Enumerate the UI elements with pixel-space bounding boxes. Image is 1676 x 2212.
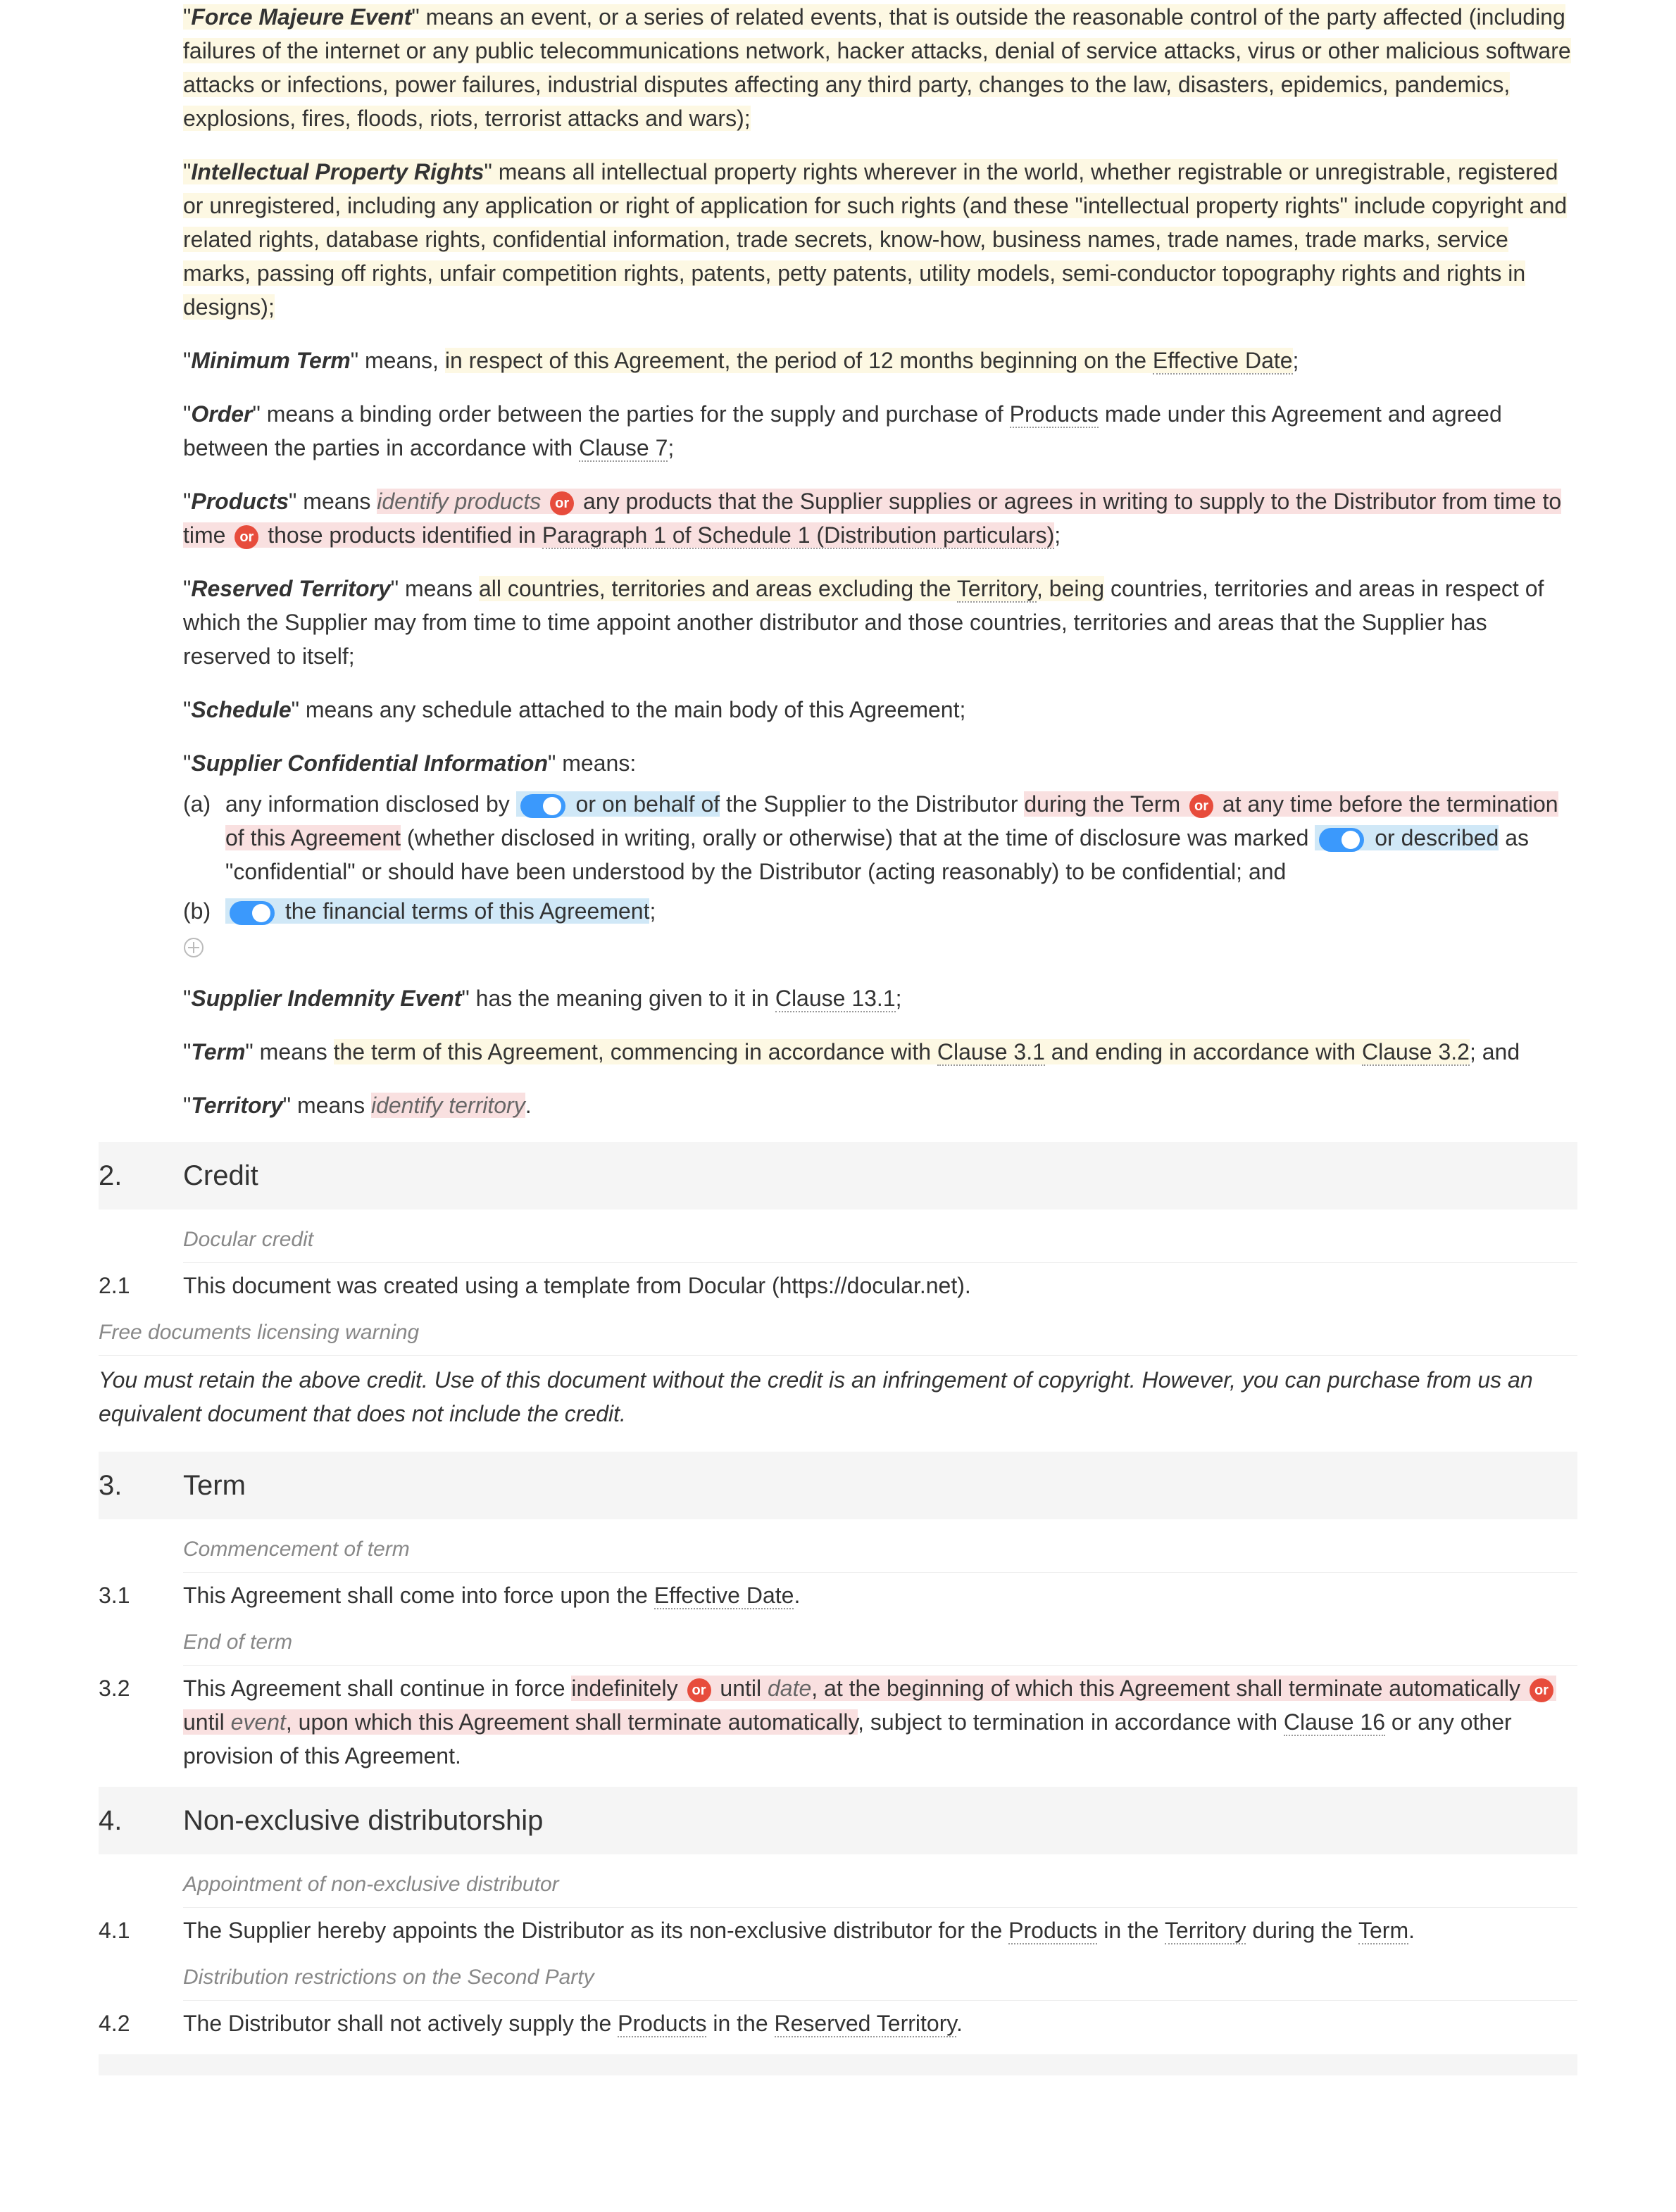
section-number: 4. [99, 1799, 183, 1842]
definition-products: "Products" means identify products or an… [99, 484, 1577, 552]
clause-7-link[interactable]: Clause 7 [579, 435, 668, 462]
def-body: " means any schedule attached to the mai… [292, 697, 966, 722]
identify-products-field[interactable]: identify products [377, 489, 541, 514]
or-badge[interactable]: or [234, 525, 258, 549]
identify-territory-field[interactable]: identify territory [371, 1093, 525, 1118]
def-term: Order [191, 401, 252, 427]
def-term: Reserved Territory [191, 576, 390, 601]
divider [183, 1262, 1577, 1263]
clause-13-1-link[interactable]: Clause 13.1 [775, 986, 896, 1012]
definition-territory: "Territory" means identify territory. [99, 1088, 1577, 1122]
list-marker: (b) [183, 894, 225, 928]
divider [183, 1907, 1577, 1908]
clause-number: 4.2 [99, 2006, 183, 2040]
clause-number: 2.1 [99, 1269, 183, 1302]
definition-ip-rights: "Intellectual Property Rights" means all… [99, 155, 1577, 324]
def-term: Minimum Term [191, 348, 350, 373]
or-badge[interactable]: or [687, 1678, 711, 1702]
clause-3-2-link[interactable]: Clause 3.2 [1362, 1039, 1470, 1066]
or-badge[interactable]: or [550, 491, 574, 515]
sci-item-a: (a) any information disclosed by or on b… [183, 787, 1577, 888]
toggle-switch[interactable] [230, 901, 275, 925]
definition-supplier-ci: "Supplier Confidential Information" mean… [99, 746, 1577, 780]
products-link[interactable]: Products [618, 2011, 706, 2037]
effective-date-link[interactable]: Effective Date [654, 1583, 794, 1609]
clause-3-1-link[interactable]: Clause 3.1 [937, 1039, 1045, 1066]
def-term: Intellectual Property Rights [191, 159, 484, 184]
section-header-placeholder [99, 2054, 1577, 2075]
divider [99, 1355, 1577, 1356]
or-badge[interactable]: or [1530, 1678, 1553, 1702]
territory-link[interactable]: Territory [1165, 1918, 1246, 1944]
def-term: Schedule [191, 697, 291, 722]
term-link[interactable]: Term [1358, 1918, 1408, 1944]
section-note: Docular credit [99, 1224, 1577, 1255]
event-field[interactable]: event [231, 1709, 286, 1735]
section-title: Credit [183, 1155, 258, 1197]
definition-order: "Order" means a binding order between th… [99, 397, 1577, 465]
section-4-header: 4. Non-exclusive distributorship [99, 1787, 1577, 1854]
definition-minimum-term: "Minimum Term" means, in respect of this… [99, 344, 1577, 377]
def-term: Supplier Confidential Information [191, 750, 548, 776]
warning-title: Free documents licensing warning [99, 1316, 1577, 1348]
def-term: Products [191, 489, 289, 514]
def-term: Territory [191, 1093, 282, 1118]
section-3-header: 3. Term [99, 1452, 1577, 1519]
definition-reserved-territory: "Reserved Territory" means all countries… [99, 572, 1577, 673]
toggle-switch[interactable] [1319, 828, 1364, 852]
warning-body: You must retain the above credit. Use of… [99, 1363, 1577, 1431]
products-link[interactable]: Products [1010, 401, 1099, 428]
reserved-territory-link[interactable]: Reserved Territory [775, 2011, 956, 2037]
definition-term: "Term" means the term of this Agreement,… [99, 1035, 1577, 1069]
date-field[interactable]: date [768, 1676, 811, 1701]
section-title: Term [183, 1464, 246, 1507]
effective-date-link[interactable]: Effective Date [1153, 348, 1293, 375]
clause-4-2: 4.2 The Distributor shall not actively s… [99, 2006, 1577, 2040]
section-number: 2. [99, 1155, 183, 1197]
add-item-icon[interactable] [183, 937, 204, 958]
list-marker: (a) [183, 787, 225, 888]
def-term: Supplier Indemnity Event [191, 986, 461, 1011]
section-number: 3. [99, 1464, 183, 1507]
clause-number: 3.1 [99, 1578, 183, 1612]
section-note: End of term [99, 1626, 1577, 1658]
clause-number: 4.1 [99, 1913, 183, 1947]
clause-16-link[interactable]: Clause 16 [1284, 1709, 1385, 1736]
section-2-header: 2. Credit [99, 1142, 1577, 1209]
divider [183, 1665, 1577, 1666]
definition-force-majeure: "Force Majeure Event" means an event, or… [99, 0, 1577, 135]
def-term: Term [191, 1039, 245, 1064]
section-note: Distribution restrictions on the Second … [99, 1961, 1577, 1993]
sci-item-b: (b) the financial terms of this Agreemen… [183, 894, 1577, 928]
or-badge[interactable]: or [1189, 794, 1213, 818]
section-title: Non-exclusive distributorship [183, 1799, 543, 1842]
clause-2-1: 2.1 This document was created using a te… [99, 1269, 1577, 1302]
def-term: Force Majeure Event [191, 4, 411, 30]
clause-4-1: 4.1 The Supplier hereby appoints the Dis… [99, 1913, 1577, 1947]
clause-3-2: 3.2 This Agreement shall continue in for… [99, 1671, 1577, 1773]
section-note: Appointment of non-exclusive distributor [99, 1868, 1577, 1900]
definition-schedule: "Schedule" means any schedule attached t… [99, 693, 1577, 727]
products-link[interactable]: Products [1008, 1918, 1097, 1944]
divider [183, 2000, 1577, 2001]
toggle-switch[interactable] [520, 794, 565, 818]
divider [183, 1572, 1577, 1573]
section-note: Commencement of term [99, 1533, 1577, 1565]
definition-supplier-indemnity: "Supplier Indemnity Event" has the meani… [99, 981, 1577, 1015]
clause-number: 3.2 [99, 1671, 183, 1773]
territory-link[interactable]: Territory [957, 576, 1037, 603]
clause-3-1: 3.1 This Agreement shall come into force… [99, 1578, 1577, 1612]
clause-content: This document was created using a templa… [183, 1269, 1577, 1302]
schedule-1-link[interactable]: Paragraph 1 of Schedule 1 (Distribution … [542, 522, 1054, 549]
